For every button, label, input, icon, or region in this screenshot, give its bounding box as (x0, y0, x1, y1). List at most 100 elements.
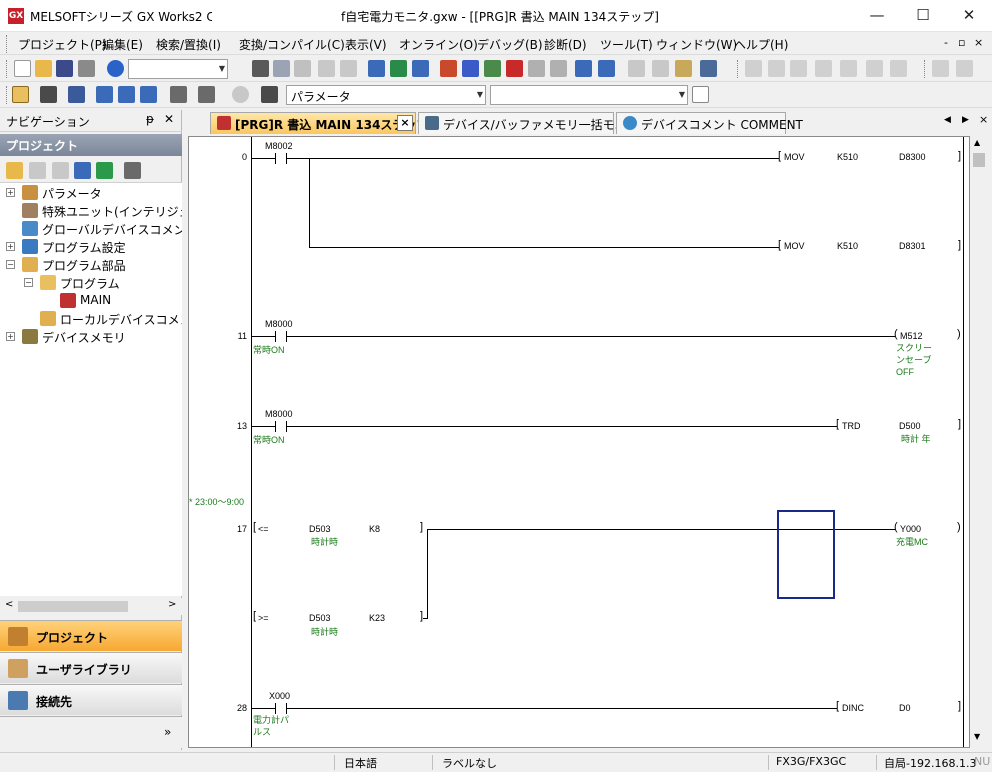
sf5-contact-icon[interactable] (956, 60, 973, 77)
ladder-editor[interactable]: 0 M8002 [ MOV K510 D8300 ] [ MOV K510 D8… (188, 136, 970, 748)
mdi-minimize-button[interactable]: - (944, 36, 948, 49)
dev-sim-icon[interactable] (598, 60, 615, 77)
scroll-right-icon[interactable]: > (168, 599, 176, 610)
compare-operand[interactable]: K23 (369, 613, 385, 623)
menu-project[interactable]: プロジェクト(P) (18, 36, 107, 53)
coil-icon[interactable] (815, 60, 832, 77)
menu-find-replace[interactable]: 検索/置換(I) (156, 36, 221, 53)
scroll-left-icon[interactable]: < (5, 599, 13, 610)
tree-item-global-comment[interactable]: グローバルデバイスコメント (0, 220, 182, 238)
dev-test-icon[interactable] (575, 60, 592, 77)
tree-item-program-settings[interactable]: + プログラム設定 (0, 238, 182, 256)
f5-contact-icon[interactable] (932, 60, 949, 77)
comment-edit-icon[interactable] (675, 60, 692, 77)
paste-icon[interactable] (294, 60, 311, 77)
navigation-toggle-icon[interactable] (12, 86, 29, 103)
tree-item-program[interactable]: − プログラム (0, 274, 182, 292)
tree-expander[interactable]: + (6, 332, 15, 341)
scroll-thumb[interactable] (973, 153, 985, 167)
module-icon[interactable] (40, 86, 57, 103)
instruction[interactable]: MOV (784, 152, 805, 162)
toolbar-combo-1[interactable]: ▼ (128, 59, 228, 79)
scroll-thumb[interactable] (18, 601, 128, 612)
list-view-icon[interactable] (68, 86, 85, 103)
operand[interactable]: K510 (837, 241, 858, 251)
pin-icon[interactable]: ᵽ (146, 112, 154, 126)
print-icon[interactable] (78, 60, 95, 77)
tree-item-program-parts[interactable]: − プログラム部品 (0, 256, 182, 274)
help-icon[interactable] (107, 60, 124, 77)
copy-data-icon[interactable] (29, 162, 46, 179)
compare-operand[interactable]: D503 (309, 613, 331, 623)
nav-button-project[interactable]: プロジェクト (0, 620, 182, 651)
search-options-icon[interactable] (692, 86, 709, 103)
instruction[interactable]: MOV (784, 241, 805, 251)
menu-help[interactable]: ヘルプ(H) (734, 36, 788, 53)
dev-monitor-icon[interactable] (96, 86, 113, 103)
toolbar-combo-3[interactable]: ▼ (490, 85, 688, 105)
monitor-all-icon[interactable] (528, 60, 545, 77)
new-file-icon[interactable] (14, 60, 31, 77)
edit-disabled-2-icon[interactable] (652, 60, 669, 77)
nav-button-connection[interactable]: 接続先 (0, 684, 182, 715)
compare-operator[interactable]: <= (258, 524, 269, 534)
compare-operand[interactable]: D503 (309, 524, 331, 534)
dev-register-icon[interactable] (140, 86, 157, 103)
tree-item-special-unit[interactable]: 特殊ユニット(インテリジェント機 (0, 202, 182, 220)
menu-view[interactable]: 表示(V) (345, 36, 387, 53)
operand[interactable]: K510 (837, 152, 858, 162)
cut-icon[interactable] (252, 60, 269, 77)
read-from-plc-icon[interactable] (462, 60, 479, 77)
tab-prev-icon[interactable]: ◀ (944, 115, 951, 125)
instruction[interactable]: TRD (842, 421, 861, 431)
redo-icon[interactable] (340, 60, 357, 77)
undo-icon[interactable] (318, 60, 335, 77)
find-device-icon[interactable] (198, 86, 215, 103)
tree-item-main[interactable]: MAIN (0, 292, 182, 310)
mdi-close-button[interactable]: × (974, 36, 983, 49)
write-to-plc-icon[interactable] (440, 60, 457, 77)
coil-device[interactable]: Y000 (900, 524, 921, 534)
paste-data-icon[interactable] (52, 162, 69, 179)
contact-device[interactable]: M8002 (265, 141, 293, 151)
monitor-all-stop-icon[interactable] (550, 60, 567, 77)
nav-button-user-library[interactable]: ユーザライブラリ (0, 652, 182, 683)
tree-expander[interactable]: + (6, 242, 15, 251)
contact-a-icon[interactable] (745, 60, 762, 77)
property-icon[interactable] (74, 162, 91, 179)
monitor-icon[interactable] (484, 60, 501, 77)
tab-device-monitor[interactable]: デバイス/バッファメモリ一括モニタ-1 (418, 112, 651, 134)
editor-cursor[interactable] (777, 510, 835, 599)
edit-disabled-icon[interactable] (628, 60, 645, 77)
tab-close-all-icon[interactable]: × (979, 113, 988, 126)
search-combo[interactable]: パラメータ ▼ (286, 85, 486, 105)
minimize-button[interactable]: — (854, 0, 900, 31)
contact-device[interactable]: M8000 (265, 409, 293, 419)
coil-device[interactable]: M512 (900, 331, 923, 341)
sort-icon[interactable] (124, 162, 141, 179)
tree-expander[interactable]: + (6, 188, 15, 197)
device-write-icon[interactable] (368, 60, 385, 77)
tree-item-device-memory[interactable]: + デバイスメモリ (0, 328, 182, 346)
watch-icon[interactable] (170, 86, 187, 103)
new-data-icon[interactable] (6, 162, 23, 179)
tab-close-icon[interactable]: × (397, 115, 413, 131)
tab-main-program[interactable]: [PRG]R 書込 MAIN 134ステップ × (210, 112, 428, 134)
more-icon[interactable]: » (164, 725, 171, 739)
menu-tools[interactable]: ツール(T) (600, 36, 653, 53)
compare-operand[interactable]: K8 (369, 524, 380, 534)
operand[interactable]: D500 (899, 421, 921, 431)
instruction[interactable]: DINC (842, 703, 864, 713)
tree-item-local-comment[interactable]: ローカルデバイスコメント (0, 310, 182, 328)
operand[interactable]: D0 (899, 703, 911, 713)
open-folder-icon[interactable] (35, 60, 52, 77)
close-button[interactable]: ✕ (946, 0, 992, 31)
contact-pulse[interactable] (275, 703, 287, 714)
tree-item-parameter[interactable]: + パラメータ (0, 184, 182, 202)
menu-online[interactable]: オンライン(O) (399, 36, 478, 53)
parallel-icon[interactable] (790, 60, 807, 77)
device-read-icon[interactable] (390, 60, 407, 77)
contact-a[interactable] (275, 421, 287, 432)
menu-edit[interactable]: 編集(E) (102, 36, 143, 53)
device-verify-icon[interactable] (412, 60, 429, 77)
